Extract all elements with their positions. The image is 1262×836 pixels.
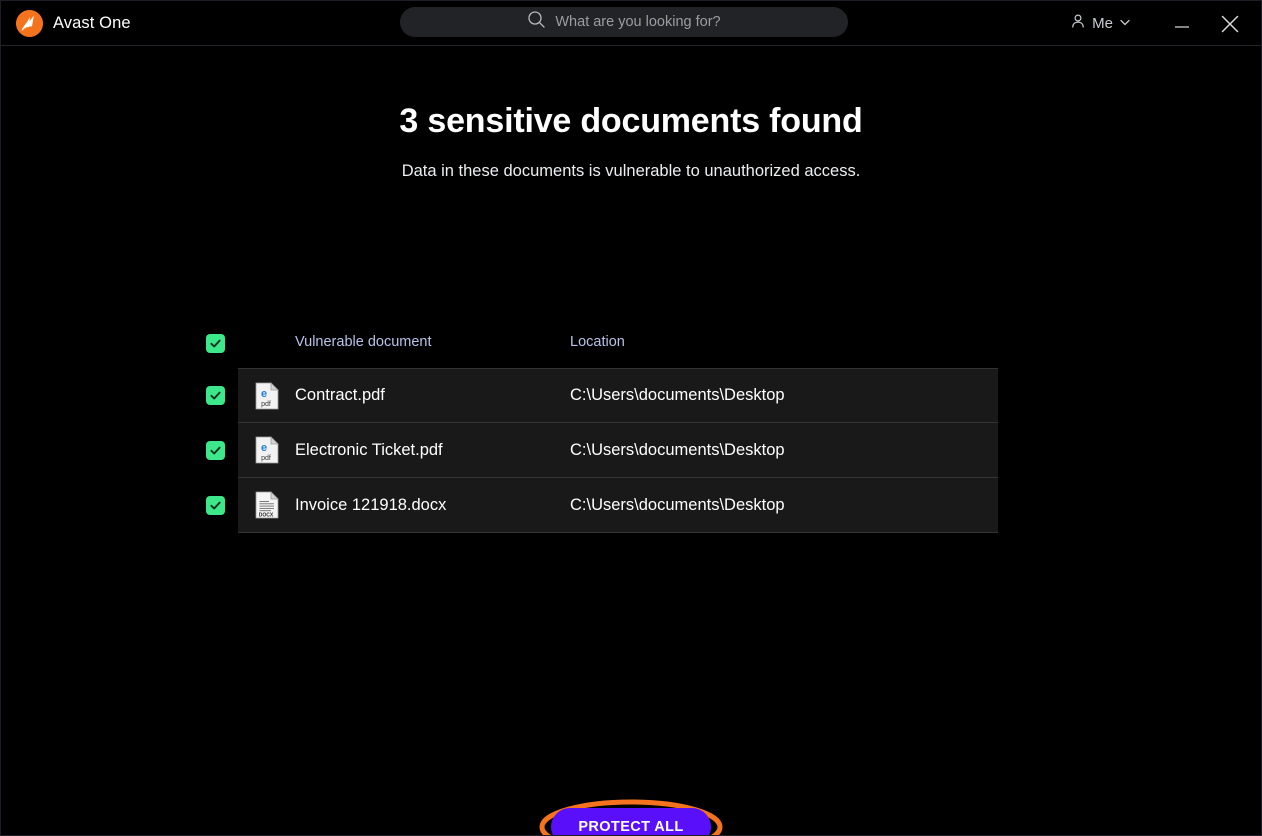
pdf-file-icon: e pdf xyxy=(238,381,295,410)
account-menu-button[interactable]: Me xyxy=(1064,9,1137,38)
app-title: Avast One xyxy=(53,13,131,32)
search-placeholder-text: What are you looking for? xyxy=(555,14,721,30)
row-checkbox[interactable] xyxy=(206,496,225,515)
protect-all-button[interactable]: PROTECT ALL xyxy=(551,808,711,835)
table-header-row: Vulnerable document Location xyxy=(206,334,998,368)
row-checkbox-cell xyxy=(206,386,238,405)
svg-text:pdf: pdf xyxy=(261,455,271,462)
chevron-down-icon xyxy=(1119,15,1131,33)
row-checkbox-cell xyxy=(206,496,238,515)
avast-one-window: Avast One What are you looking for? Me 3… xyxy=(0,0,1262,836)
document-name: Invoice 121918.docx xyxy=(295,495,447,514)
table-row[interactable]: e pdf Contract.pdf C:\Users\documents\De… xyxy=(206,368,998,423)
column-header-location: Location xyxy=(570,334,625,350)
search-input[interactable]: What are you looking for? xyxy=(400,7,848,37)
table-row-body[interactable]: DOCX Invoice 121918.docx C:\Users\docume… xyxy=(238,478,998,533)
window-controls: Me xyxy=(1064,1,1261,46)
svg-text:DOCX: DOCX xyxy=(258,513,273,519)
avast-logo-icon xyxy=(16,9,43,37)
select-all-checkbox[interactable] xyxy=(206,334,225,353)
table-row[interactable]: e pdf Electronic Ticket.pdf C:\Users\doc… xyxy=(206,423,998,478)
footer-actions: PROTECT ALL Skip for now xyxy=(1,792,1261,835)
user-icon xyxy=(1070,13,1086,34)
column-header-document: Vulnerable document xyxy=(295,334,432,350)
select-all-cell xyxy=(206,334,238,353)
table-header-labels: Vulnerable document Location xyxy=(238,334,998,368)
pdf-file-icon: e pdf xyxy=(238,436,295,464)
row-checkbox[interactable] xyxy=(206,386,225,405)
document-location: C:\Users\documents\Desktop xyxy=(570,386,785,404)
search-container[interactable]: What are you looking for? xyxy=(400,7,848,37)
row-checkbox[interactable] xyxy=(206,441,225,460)
close-button[interactable] xyxy=(1207,1,1253,46)
account-label: Me xyxy=(1092,15,1113,32)
row-checkbox-cell xyxy=(206,441,238,460)
table-row-body[interactable]: e pdf Contract.pdf C:\Users\documents\De… xyxy=(238,368,998,423)
minimize-button[interactable] xyxy=(1159,1,1205,46)
app-brand: Avast One xyxy=(1,1,131,45)
protect-all-container: PROTECT ALL xyxy=(531,792,731,835)
svg-text:pdf: pdf xyxy=(261,401,271,408)
title-bar: Avast One What are you looking for? Me xyxy=(1,1,1261,46)
vulnerable-documents-table: Vulnerable document Location e pdf Contr… xyxy=(206,334,998,533)
document-name: Contract.pdf xyxy=(295,386,385,404)
document-name: Electronic Ticket.pdf xyxy=(295,440,443,459)
table-row[interactable]: DOCX Invoice 121918.docx C:\Users\docume… xyxy=(206,478,998,533)
main-content: 3 sensitive documents found Data in thes… xyxy=(1,102,1261,835)
docx-file-icon: DOCX xyxy=(238,491,295,519)
svg-text:e: e xyxy=(260,388,266,400)
svg-text:e: e xyxy=(260,442,266,454)
table-row-body[interactable]: e pdf Electronic Ticket.pdf C:\Users\doc… xyxy=(238,423,998,478)
document-location: C:\Users\documents\Desktop xyxy=(570,495,785,514)
page-subtitle: Data in these documents is vulnerable to… xyxy=(401,162,861,180)
search-icon xyxy=(527,10,546,34)
document-location: C:\Users\documents\Desktop xyxy=(570,440,785,459)
page-title: 3 sensitive documents found xyxy=(399,102,863,140)
